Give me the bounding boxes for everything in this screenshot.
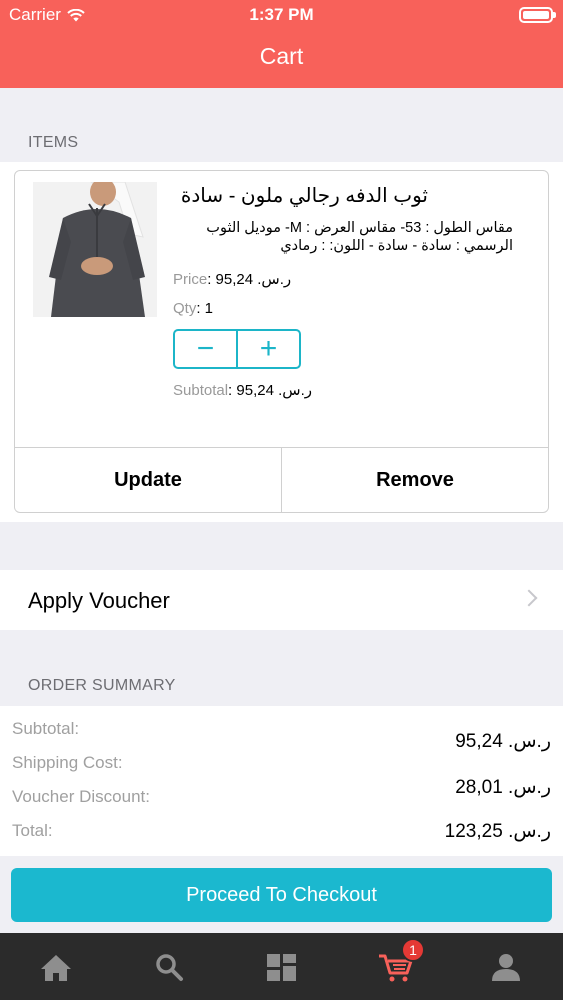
cart-badge: 1 (401, 938, 425, 962)
search-icon[interactable] (149, 949, 189, 985)
home-icon[interactable] (36, 949, 76, 985)
status-time: 1:37 PM (249, 5, 314, 24)
summary-shipping-value: 28,01 .ر.س (455, 777, 551, 798)
product-description: مقاس الطول : 53- مقاس العرض : M- موديل ا… (206, 220, 513, 254)
apply-voucher-label: Apply Voucher (28, 588, 170, 613)
qty-row: Qty: 1 (173, 300, 213, 317)
product-thobe-illustration (33, 182, 157, 317)
tab-bar (0, 933, 563, 1000)
summary-subtotal-label: Subtotal: (12, 719, 80, 738)
order-summary-label: ORDER SUMMARY (28, 677, 176, 694)
items-section-label: ITEMS (28, 134, 79, 151)
proceed-to-checkout-button[interactable]: Proceed To Checkout (11, 868, 552, 922)
summary-total-value: 123,25 .ر.س (444, 821, 551, 842)
update-button[interactable]: Update (15, 448, 282, 513)
profile-icon[interactable] (486, 949, 526, 985)
product-image[interactable] (33, 182, 157, 317)
navigation-header: Carrier 1:37 PM Cart (0, 0, 563, 88)
price-value: : 95,24 .ر.س (207, 271, 292, 288)
summary-subtotal-value: 95,24 .ر.س (455, 731, 551, 752)
price-row: Price: 95,24 .ر.س (173, 270, 291, 288)
battery-icon (519, 7, 556, 23)
summary-shipping-label: Shipping Cost: (12, 753, 123, 772)
subtotal-row: Subtotal: 95,24 .ر.س (173, 381, 312, 399)
status-bar: Carrier 1:37 PM (0, 0, 563, 30)
increase-qty-button[interactable]: + (238, 331, 299, 367)
remove-button[interactable]: Remove (282, 448, 548, 513)
categories-icon[interactable] (262, 949, 302, 985)
price-label: Price (173, 271, 208, 288)
apply-voucher-row[interactable]: Apply Voucher (0, 570, 563, 630)
order-summary: Subtotal: Shipping Cost: Voucher Discoun… (0, 706, 563, 856)
qty-label: Qty (173, 300, 197, 317)
summary-discount-label: Voucher Discount: (12, 787, 150, 806)
page-title: Cart (259, 43, 304, 69)
qty-value: : 1 (196, 300, 214, 317)
subtotal-value: : 95,24 .ر.س (228, 382, 312, 399)
cart-item-card: ثوب الدفه رجالي ملون - سادة مقاس الطول :… (14, 170, 549, 513)
product-name[interactable]: ثوب الدفه رجالي ملون - سادة (181, 183, 428, 208)
subtotal-label: Subtotal (173, 382, 229, 399)
item-actions: Update Remove (15, 447, 548, 513)
quantity-stepper: − + (173, 329, 301, 369)
summary-total-label: Total: (12, 821, 53, 840)
decrease-qty-button[interactable]: − (175, 331, 238, 367)
chevron-right-icon (520, 589, 538, 607)
